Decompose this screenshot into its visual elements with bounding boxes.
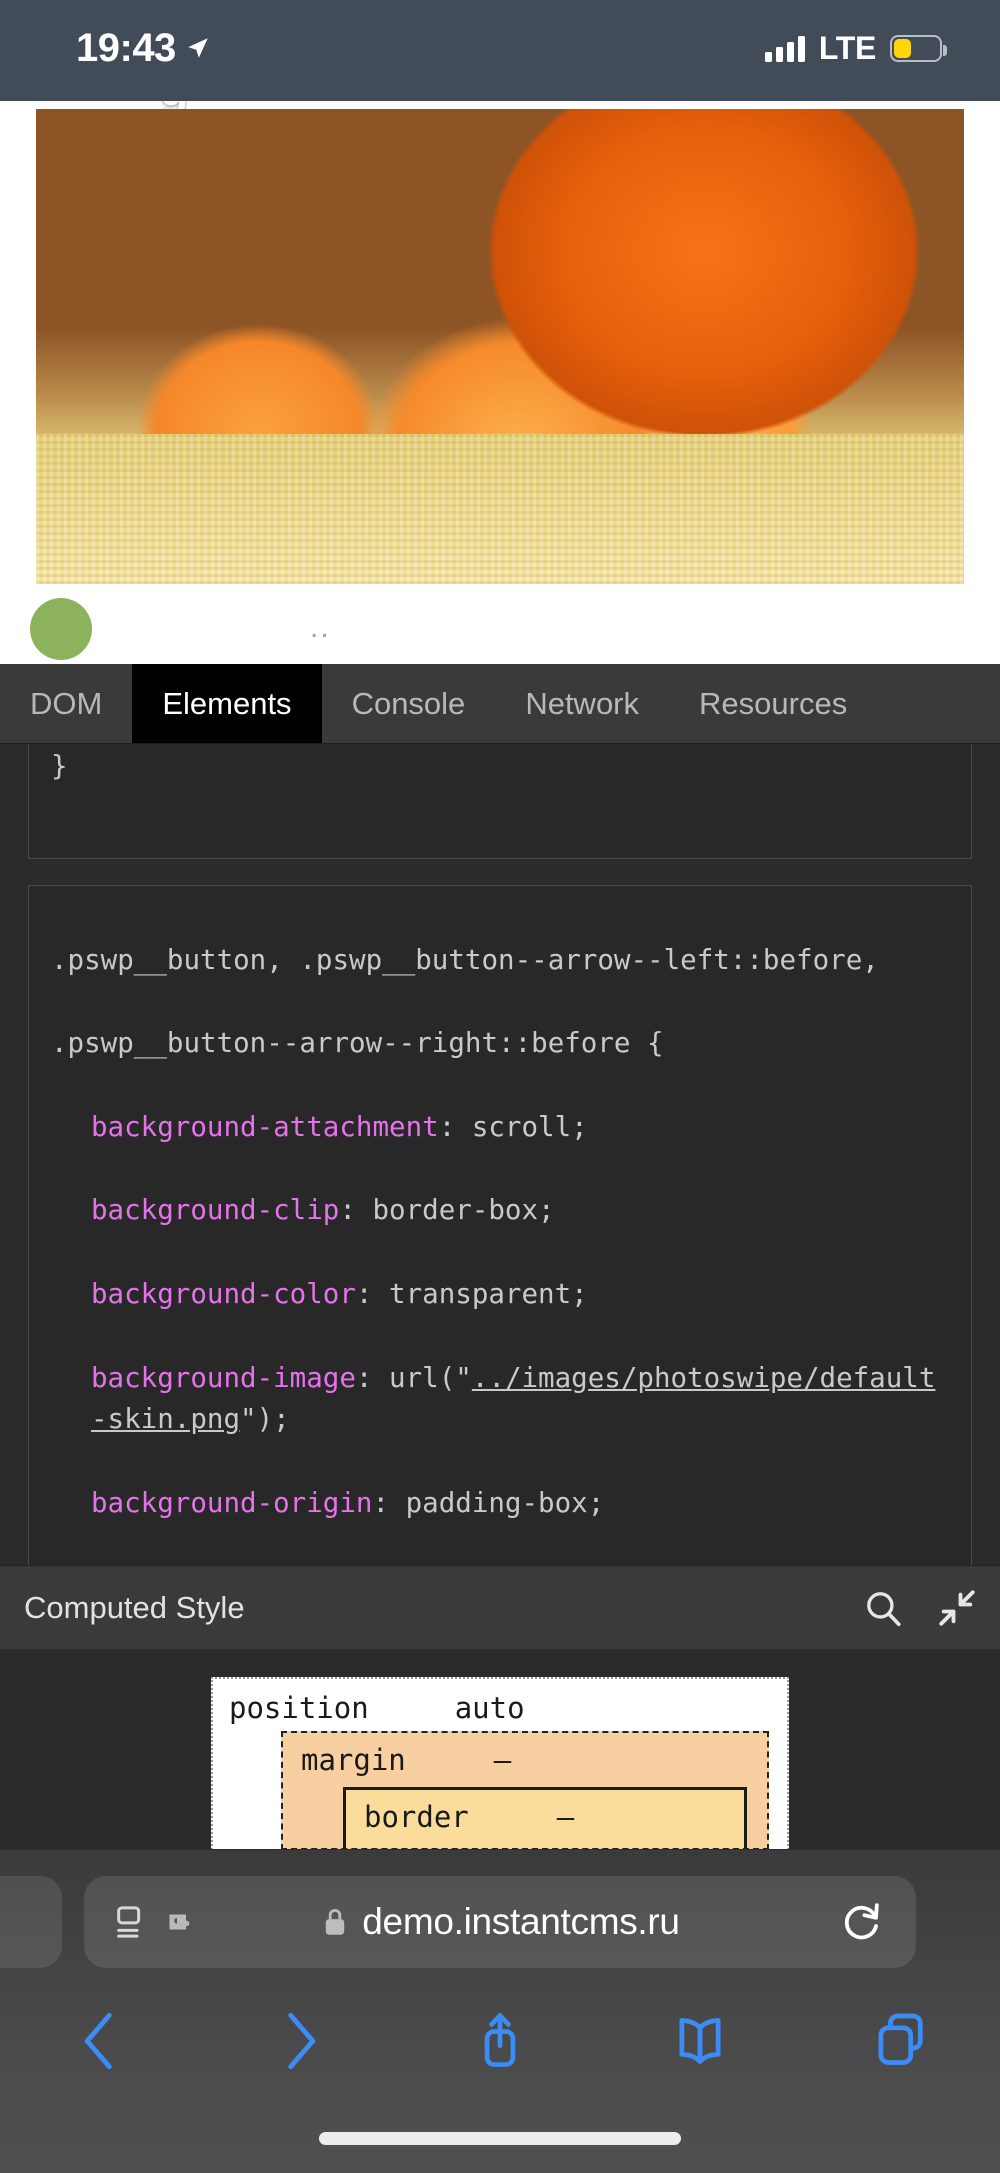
- home-indicator: [319, 2132, 681, 2145]
- chevron-left-icon: [84, 2012, 112, 2070]
- css-value[interactable]: border-box;: [372, 1194, 554, 1226]
- location-arrow-icon: [188, 38, 208, 58]
- share-arrow-up-icon: [484, 2013, 516, 2067]
- share-button[interactable]: [400, 2008, 600, 2074]
- status-bar-left: 19:43: [76, 28, 211, 68]
- status-bar-clock: 19:43: [76, 26, 176, 70]
- address-bar[interactable]: demo.instantcms.ru: [84, 1876, 916, 1968]
- safari-url-row: demo.instantcms.ru: [0, 1876, 1000, 1968]
- url-text: demo.instantcms.ru: [362, 1901, 680, 1942]
- computed-style-actions: [862, 1587, 978, 1629]
- tab-resources[interactable]: Resources: [669, 664, 877, 743]
- computed-style-body[interactable]: position auto margin – border –: [0, 1649, 1000, 1849]
- css-value-suffix: ");: [240, 1403, 290, 1436]
- bookmarks-button[interactable]: [600, 2011, 800, 2071]
- reader-view-icon[interactable]: [112, 1902, 152, 1942]
- adjacent-tab-preview[interactable]: [0, 1876, 62, 1968]
- cellular-signal-bars-icon: [764, 35, 805, 62]
- box-model-margin-value: –: [493, 1743, 512, 1777]
- address-bar-center: demo.instantcms.ru: [84, 1901, 916, 1943]
- book-icon: [679, 2018, 721, 2064]
- battery-low-power-icon: [890, 35, 947, 62]
- tabs-button[interactable]: [800, 2010, 1000, 2072]
- network-type-label: LTE: [818, 30, 876, 66]
- forward-button[interactable]: [200, 2008, 400, 2074]
- hero-image[interactable]: [36, 109, 964, 584]
- ios-status-bar: 19:43 LTE: [0, 0, 1000, 101]
- box-model-border-value: –: [556, 1800, 575, 1834]
- box-model-border-label: border: [364, 1800, 469, 1834]
- tab-dom[interactable]: DOM: [0, 664, 132, 743]
- rule-selector-line-2: .pswp__button--arrow--right::before {: [51, 1027, 664, 1060]
- chevron-right-icon: [288, 2012, 316, 2070]
- collapse-arrows-icon[interactable]: [936, 1587, 978, 1629]
- inspector-tab-bar: DOM Elements Console Network Resources: [0, 664, 1000, 744]
- tab-network[interactable]: Network: [495, 664, 669, 743]
- tabs-squares-icon: [878, 2013, 923, 2065]
- rule-closing-brace: }: [51, 750, 68, 782]
- lock-icon: [326, 1909, 345, 1935]
- style-rules-list[interactable]: } .pswp__button, .pswp__button--arrow--l…: [0, 744, 1000, 1565]
- reload-icon[interactable]: [838, 1898, 886, 1946]
- css-property[interactable]: background-attachment: [91, 1111, 439, 1143]
- back-button[interactable]: [0, 2008, 200, 2074]
- web-inspector-panel: DOM Elements Console Network Resources }…: [0, 664, 1000, 1850]
- avatar[interactable]: [30, 598, 92, 660]
- computed-style-title: Computed Style: [24, 1589, 245, 1625]
- box-model-border-box: border –: [343, 1787, 747, 1848]
- computed-style-header: Computed Style: [0, 1565, 1000, 1649]
- style-rule-pswp-button[interactable]: .pswp__button, .pswp__button--arrow--lef…: [28, 884, 972, 1565]
- webpage-viewport: g ..: [0, 101, 1000, 664]
- css-value[interactable]: scroll;: [472, 1111, 588, 1143]
- extensions-puzzle-icon[interactable]: [162, 1904, 198, 1940]
- css-property[interactable]: background-clip: [91, 1194, 339, 1226]
- box-model-position-row: position auto: [213, 1679, 787, 1731]
- tab-console[interactable]: Console: [322, 664, 496, 743]
- css-value-prefix: url(": [389, 1361, 472, 1394]
- css-value[interactable]: padding-box;: [406, 1487, 605, 1519]
- css-property[interactable]: background-color: [91, 1278, 356, 1310]
- box-model-margin-label: margin: [301, 1743, 406, 1777]
- css-property[interactable]: background-image: [91, 1362, 356, 1394]
- css-property[interactable]: background-origin: [91, 1487, 372, 1519]
- box-model-position-value: auto: [454, 1691, 525, 1725]
- style-rule-trailing[interactable]: }: [28, 744, 972, 859]
- css-value[interactable]: transparent;: [389, 1278, 588, 1310]
- iphone-screen: 19:43 LTE g .. DOM Elements C: [0, 0, 1000, 2173]
- search-icon[interactable]: [862, 1587, 904, 1629]
- status-bar-right: LTE: [764, 30, 947, 67]
- box-model-position-label: position: [229, 1691, 369, 1725]
- box-model-diagram[interactable]: position auto margin – border –: [211, 1677, 789, 1849]
- safari-toolbar: [0, 1986, 1000, 2096]
- safari-bottom-chrome: demo.instantcms.ru: [0, 1850, 1000, 2173]
- rule-selector-line-1: .pswp__button, .pswp__button--arrow--lef…: [51, 943, 879, 976]
- address-bar-left-icons: [112, 1902, 198, 1942]
- tab-elements[interactable]: Elements: [132, 664, 322, 743]
- box-model-margin-box: margin – border –: [281, 1731, 769, 1849]
- post-meta: ..: [310, 611, 331, 644]
